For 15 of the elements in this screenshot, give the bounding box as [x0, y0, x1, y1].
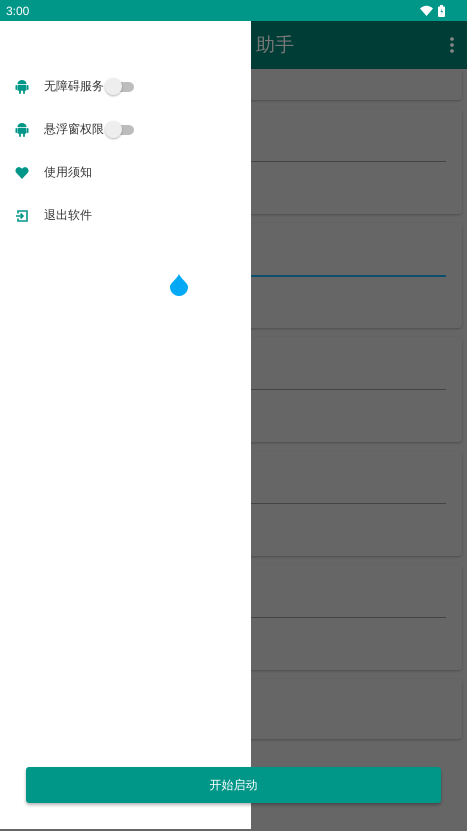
wifi-icon	[420, 5, 433, 16]
heart-icon	[15, 166, 29, 178]
app-title: 助手	[256, 33, 294, 58]
menu-item-label[interactable]: 无障碍服务	[44, 78, 104, 95]
menu-item-label[interactable]: 悬浮窗权限	[44, 121, 104, 138]
start-button[interactable]: 开始启动	[26, 767, 441, 803]
status-time: 3:00	[6, 4, 30, 18]
android-icon	[15, 79, 29, 94]
more-icon[interactable]	[450, 37, 454, 53]
drop-icon	[170, 274, 188, 296]
exit-icon	[15, 210, 29, 222]
battery-icon	[438, 4, 445, 16]
android-icon	[15, 122, 29, 137]
menu-item[interactable]: 退出软件	[44, 207, 92, 224]
menu-item[interactable]: 使用须知	[44, 164, 92, 181]
